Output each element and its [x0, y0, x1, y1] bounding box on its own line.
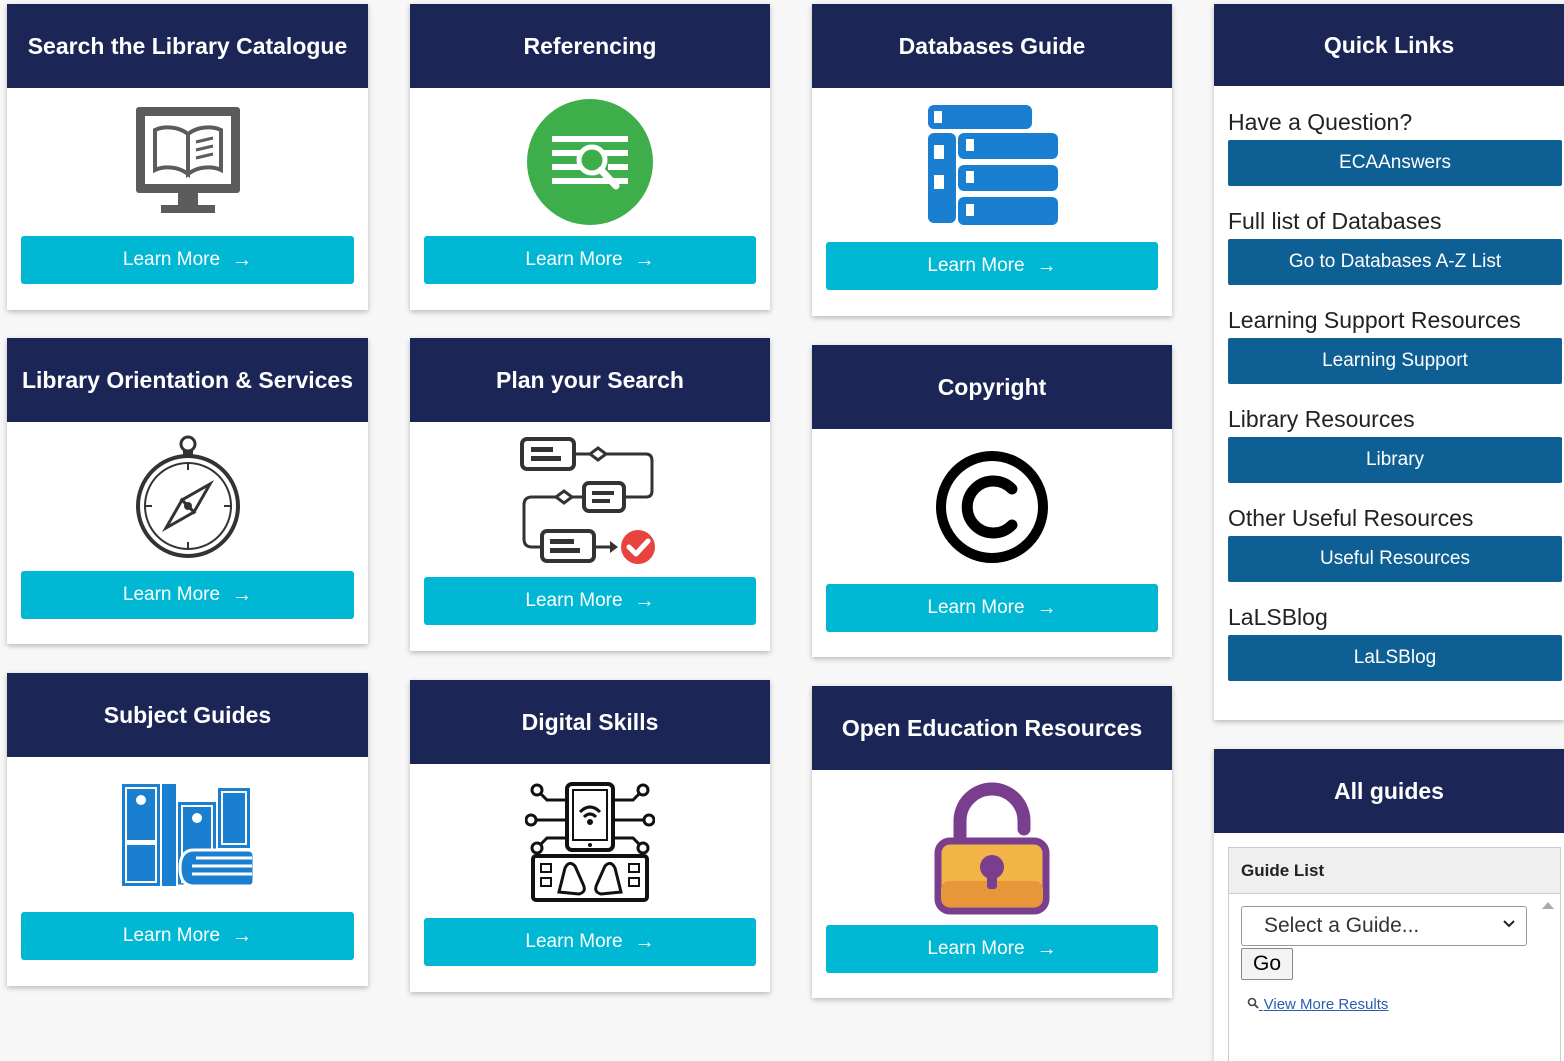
learn-more-label: Learn More: [927, 255, 1025, 276]
learn-more-label: Learn More: [525, 249, 623, 270]
quick-links-panel: Quick Links Have a Question? ECAAnswers …: [1214, 4, 1564, 720]
card-search-catalogue: Search the Library Catalogue Learn More …: [7, 4, 368, 310]
learn-more-button[interactable]: Learn More →: [424, 236, 756, 284]
arrow-right-icon: →: [232, 583, 253, 606]
quick-link-label: Library Resources: [1228, 406, 1415, 432]
magnifier-document-icon: [410, 88, 770, 236]
digital-skills-icon: [410, 764, 770, 919]
learn-more-button[interactable]: Learn More →: [21, 912, 354, 960]
go-button[interactable]: Go: [1241, 948, 1293, 980]
learn-more-button[interactable]: Learn More →: [424, 577, 756, 625]
learn-more-button[interactable]: Learn More →: [21, 236, 354, 284]
card-databases-guide: Databases Guide Learn More →: [812, 4, 1172, 316]
guide-select[interactable]: Select a Guide...: [1241, 906, 1527, 946]
quick-link-label: Learning Support Resources: [1228, 307, 1521, 333]
search-icon: [1247, 997, 1263, 1012]
all-guides-title: All guides: [1214, 749, 1564, 833]
useful-resources-button[interactable]: Useful Resources: [1228, 536, 1562, 582]
view-more-results-link[interactable]: View More Results: [1247, 996, 1388, 1013]
guide-list-title: Guide List: [1229, 848, 1560, 894]
quick-links-title: Quick Links: [1214, 4, 1564, 86]
card-title: Referencing: [410, 4, 770, 88]
monitor-book-icon: [7, 88, 368, 236]
learn-more-label: Learn More: [122, 925, 221, 946]
card-copyright: Copyright Learn More →: [812, 345, 1172, 657]
arrow-right-icon: →: [1036, 254, 1057, 277]
quick-link-label: LaLSBlog: [1228, 604, 1328, 630]
library-button[interactable]: Library: [1228, 437, 1562, 483]
arrow-right-icon: →: [1036, 937, 1057, 960]
copyright-icon: [812, 429, 1172, 584]
arrow-right-icon: →: [634, 930, 655, 953]
database-server-icon: [812, 88, 1172, 243]
card-plan-your-search: Plan your Search Learn More →: [410, 338, 770, 651]
quick-link-label: Full list of Databases: [1228, 208, 1442, 234]
arrow-right-icon: →: [1036, 596, 1057, 619]
books-icon: [7, 757, 368, 912]
arrow-right-icon: →: [634, 248, 655, 271]
guide-select-value: Select a Guide...: [1264, 914, 1420, 937]
view-more-label: View More Results: [1263, 996, 1389, 1013]
learn-more-label: Learn More: [525, 590, 623, 611]
lalsblog-button[interactable]: LaLSBlog: [1228, 635, 1562, 681]
card-title: Copyright: [812, 345, 1172, 429]
learn-more-label: Learn More: [122, 249, 221, 270]
scroll-up-icon[interactable]: [1542, 902, 1554, 909]
learn-more-button[interactable]: Learn More →: [826, 925, 1158, 973]
card-title: Open Education Resources: [812, 686, 1172, 770]
learning-support-button[interactable]: Learning Support: [1228, 338, 1562, 384]
learn-more-button[interactable]: Learn More →: [21, 571, 354, 619]
card-open-education-resources: Open Education Resources Learn More →: [812, 686, 1172, 998]
card-digital-skills: Digital Skills Learn More →: [410, 680, 770, 992]
quick-link-label: Other Useful Resources: [1228, 505, 1474, 531]
open-padlock-icon: [812, 770, 1172, 925]
flowchart-icon: [410, 422, 770, 578]
card-referencing: Referencing Learn More →: [410, 4, 770, 310]
arrow-right-icon: →: [232, 924, 253, 947]
learn-more-label: Learn More: [927, 938, 1025, 959]
all-guides-panel: All guides Guide List Select a Guide... …: [1214, 749, 1564, 1061]
learn-more-label: Learn More: [525, 931, 623, 952]
learn-more-button[interactable]: Learn More →: [424, 918, 756, 966]
card-title: Plan your Search: [410, 338, 770, 422]
learn-more-label: Learn More: [927, 597, 1025, 618]
card-subject-guides: Subject Guides Learn More →: [7, 673, 368, 986]
quick-link-label: Have a Question?: [1228, 109, 1413, 135]
card-library-orientation: Library Orientation & Services Learn Mor…: [7, 338, 368, 644]
card-title: Digital Skills: [410, 680, 770, 764]
chevron-down-icon: [1502, 917, 1516, 934]
ecaanswers-button[interactable]: ECAAnswers: [1228, 140, 1562, 186]
learn-more-button[interactable]: Learn More →: [826, 242, 1158, 290]
arrow-right-icon: →: [634, 589, 655, 612]
card-title: Library Orientation & Services: [7, 338, 368, 422]
databases-az-button[interactable]: Go to Databases A-Z List: [1228, 239, 1562, 285]
learn-more-button[interactable]: Learn More →: [826, 584, 1158, 632]
card-title: Databases Guide: [812, 4, 1172, 88]
guide-list-box: Guide List Select a Guide... Go View Mor…: [1228, 847, 1561, 1061]
card-title: Subject Guides: [7, 673, 368, 757]
compass-icon: [7, 422, 368, 570]
card-title: Search the Library Catalogue: [7, 4, 368, 88]
arrow-right-icon: →: [232, 248, 253, 271]
learn-more-label: Learn More: [122, 584, 221, 605]
